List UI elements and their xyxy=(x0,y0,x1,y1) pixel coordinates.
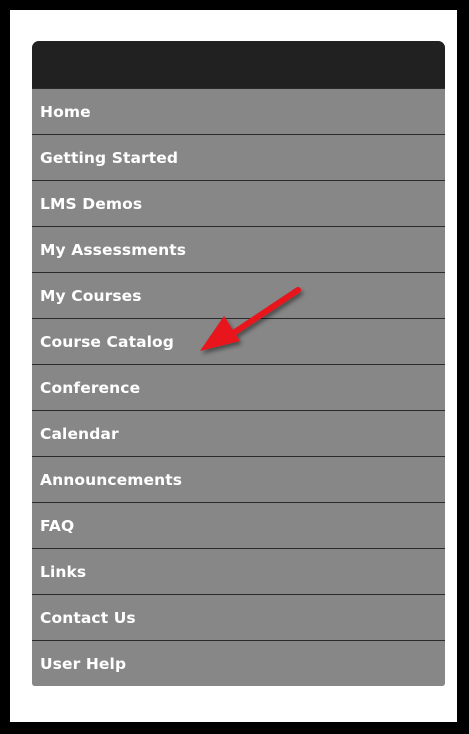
menu-item-home[interactable]: Home xyxy=(32,88,445,134)
menu-item-getting-started[interactable]: Getting Started xyxy=(32,134,445,180)
menu-item-label: Contact Us xyxy=(40,608,136,627)
menu-item-links[interactable]: Links xyxy=(32,548,445,594)
menu-item-faq[interactable]: FAQ xyxy=(32,502,445,548)
menu-item-label: My Courses xyxy=(40,286,142,305)
sidebar-menu: Home Getting Started LMS Demos My Assess… xyxy=(32,41,445,686)
menu-item-label: User Help xyxy=(40,654,127,673)
menu-item-course-catalog[interactable]: Course Catalog xyxy=(32,318,445,364)
menu-item-calendar[interactable]: Calendar xyxy=(32,410,445,456)
menu-item-announcements[interactable]: Announcements xyxy=(32,456,445,502)
menu-item-label: Calendar xyxy=(40,424,119,443)
menu-item-contact-us[interactable]: Contact Us xyxy=(32,594,445,640)
menu-item-label: FAQ xyxy=(40,516,75,535)
menu-item-label: Home xyxy=(40,102,91,121)
menu-header xyxy=(32,41,445,88)
menu-item-label: Conference xyxy=(40,378,141,397)
menu-item-label: Course Catalog xyxy=(40,332,174,351)
menu-item-label: LMS Demos xyxy=(40,194,143,213)
menu-item-conference[interactable]: Conference xyxy=(32,364,445,410)
menu-item-lms-demos[interactable]: LMS Demos xyxy=(32,180,445,226)
menu-item-label: Announcements xyxy=(40,470,183,489)
menu-item-label: Getting Started xyxy=(40,148,179,167)
menu-item-my-assessments[interactable]: My Assessments xyxy=(32,226,445,272)
menu-item-my-courses[interactable]: My Courses xyxy=(32,272,445,318)
menu-item-user-help[interactable]: User Help xyxy=(32,640,445,686)
screenshot-frame: Home Getting Started LMS Demos My Assess… xyxy=(10,10,457,722)
menu-item-label: Links xyxy=(40,562,87,581)
menu-item-label: My Assessments xyxy=(40,240,187,259)
